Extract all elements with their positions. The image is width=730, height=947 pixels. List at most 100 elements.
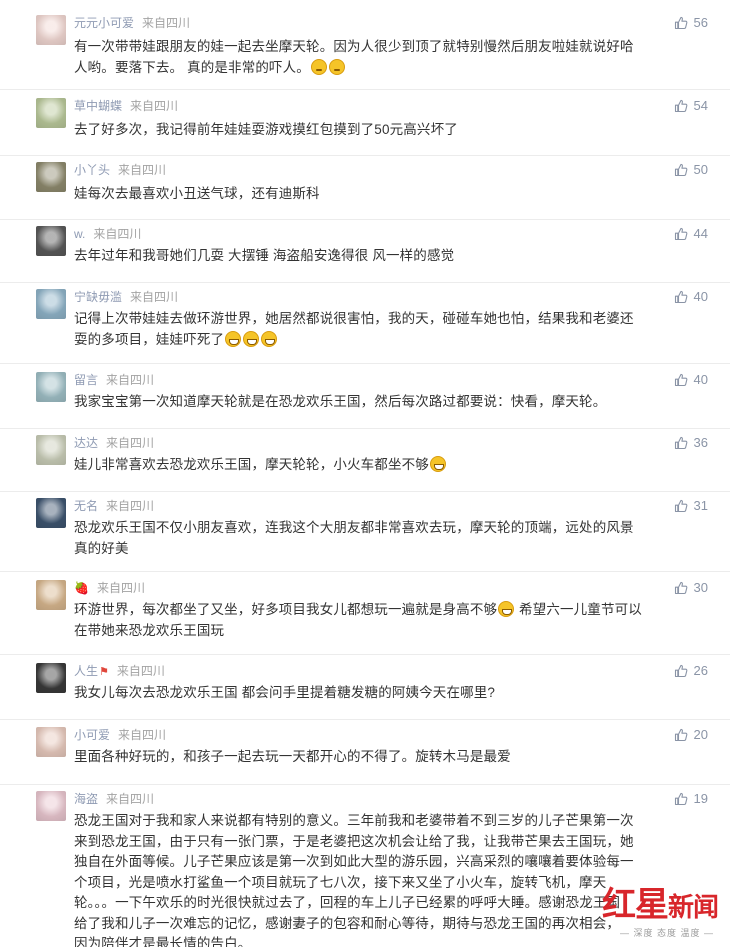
comment-source: 来自四川 <box>96 581 145 595</box>
comment-meta: 海盗 来自四川 <box>74 791 154 807</box>
avatar[interactable] <box>36 226 66 256</box>
comment-item: 宁缺毋滥 来自四川 40 记得上次带娃娃去做环游世界，她居然都说很害怕，我的天，碰碰车… <box>0 289 730 364</box>
comment-text-span: 娃儿非常喜欢去恐龙欢乐王国，摩天轮轮，小火车都坐不够 <box>74 457 429 472</box>
comment-item: w. 来自四川 44 去年过年和我哥她们几耍 大摆锤 海盗船安逸得很 风一样的感觉 <box>0 226 730 283</box>
dark-portrait-avatar <box>36 663 66 693</box>
like-button[interactable]: 50 <box>674 162 708 178</box>
like-button[interactable]: 56 <box>674 15 708 31</box>
comment-text-line: 耍的多项目，娃娃吓死了 <box>74 330 686 351</box>
avatar[interactable] <box>36 498 66 528</box>
like-button[interactable]: 54 <box>674 98 708 114</box>
like-button[interactable]: 20 <box>674 727 708 743</box>
like-button[interactable]: 31 <box>674 498 708 514</box>
like-button[interactable]: 36 <box>674 435 708 451</box>
like-count: 56 <box>693 15 708 30</box>
puppy-avatar <box>36 435 66 465</box>
grin-emoji-icon <box>225 330 242 347</box>
username-link[interactable]: 留言 <box>74 373 98 387</box>
comment-text: 去了好多次，我记得前年娃娃耍游戏摸红包摸到了50元高兴坏了 <box>74 120 686 141</box>
avatar[interactable] <box>36 791 66 821</box>
comment-item: 留言 来自四川 40 我家宝宝第一次知道摩天轮就是在恐龙欢乐王国，然后每次路过都要说：… <box>0 372 730 429</box>
thumbs-up-icon <box>674 436 687 450</box>
avatar[interactable] <box>36 162 66 192</box>
landscape-avatar <box>36 289 66 319</box>
username-link[interactable]: 海盗 <box>74 792 98 806</box>
comment-text-span: 去了好多次，我记得前年娃娃耍游戏摸红包摸到了50元高兴坏了 <box>74 122 458 137</box>
comment-text-line: 恐龙欢乐王国不仅小朋友喜欢，连我这个大朋友都非常喜欢去玩，摩天轮的顶端，远处的风… <box>74 518 686 539</box>
watermark-char-1: 红 <box>601 887 636 924</box>
comment-text-span: 在带她来恐龙欢乐王国玩 <box>74 622 225 638</box>
pink-cartoon-avatar <box>36 15 66 45</box>
comment-text-span: 个项目，光是喷水打鲨鱼一个项目就玩了七八次，接下来又坐了小火车，旋转飞机，摩天 <box>74 874 607 890</box>
like-button[interactable]: 44 <box>674 226 708 242</box>
avatar[interactable] <box>36 580 66 610</box>
avatar[interactable] <box>36 727 66 757</box>
comment-text-line: 环游世界，每次都坐了又坐，好多项目我女儿都想玩一遍就是身高不够 希望六一儿童节可… <box>74 600 686 621</box>
comment-text-line: 娃儿非常喜欢去恐龙欢乐王国，摩天轮轮，小火车都坐不够 <box>74 455 686 476</box>
username-link[interactable]: w. <box>74 227 85 241</box>
avatar[interactable] <box>36 372 66 402</box>
comment-meta: 留言 来自四川 <box>74 372 154 388</box>
comment-text-span: 去年过年和我哥她们几耍 大摆锤 海盗船安逸得很 风一样的感觉 <box>74 248 455 263</box>
comment-text-span: 环游世界，每次都坐了又坐，好多项目我女儿都想玩一遍就是身高不够 <box>74 602 498 617</box>
thumbs-up-icon <box>674 290 687 304</box>
username-link[interactable]: 无名 <box>74 499 98 513</box>
strawberry-icon: 🍓 <box>74 581 89 595</box>
username-link[interactable]: 元元小可爱 <box>74 16 134 30</box>
like-button[interactable]: 26 <box>674 663 708 679</box>
comment-item: 草中蝴蝶 来自四川 54 去了好多次，我记得前年娃娃耍游戏摸红包摸到了50元高兴坏了 <box>0 98 730 156</box>
comment-text-line: 因为陪伴才是最长情的告白。 <box>74 934 686 947</box>
comment-text-line: 人哟。要落下去。 真的是非常的吓人。 <box>74 58 686 79</box>
comment-text-span: 希望六一儿童节可以 <box>515 602 642 617</box>
thumbs-up-icon <box>674 728 687 742</box>
avatar[interactable] <box>36 15 66 45</box>
comment-item: 无名 来自四川 31 恐龙欢乐王国不仅小朋友喜欢，连我这个大朋友都非常喜欢去玩，摩天轮… <box>0 498 730 572</box>
comment-text-line: 恐龙王国对于我和家人来说都有特别的意义。三年前我和老婆带着不到三岁的儿子芒果第一… <box>74 811 686 832</box>
username-link[interactable]: 草中蝴蝶 <box>74 99 122 113</box>
comment-meta: 无名 来自四川 <box>74 498 154 514</box>
avatar[interactable] <box>36 663 66 693</box>
comment-text-span: 恐龙欢乐王国不仅小朋友喜欢，连我这个大朋友都非常喜欢去玩，摩天轮的顶端，远处的风… <box>74 520 634 535</box>
username-link[interactable]: 达达 <box>74 436 98 450</box>
pink-baby-avatar <box>36 791 66 821</box>
like-button[interactable]: 40 <box>674 289 708 305</box>
comment-text-span: 有一次带带娃跟朋友的娃一起去坐摩天轮。因为人很少到顶了就特别慢然后朋友啦娃就说好… <box>74 39 634 54</box>
username-link[interactable]: 小可爱 <box>74 728 110 742</box>
avatar[interactable] <box>36 435 66 465</box>
username-link[interactable]: 宁缺毋滥 <box>74 290 122 304</box>
comment-text-span: 恐龙王国对于我和家人来说都有特别的意义。三年前我和老婆带着不到三岁的儿子芒果第一… <box>74 813 634 828</box>
comment-meta: 达达 来自四川 <box>74 435 154 451</box>
username-link[interactable]: 小丫头 <box>74 163 110 177</box>
comment-text: 恐龙欢乐王国不仅小朋友喜欢，连我这个大朋友都非常喜欢去玩，摩天轮的顶端，远处的风… <box>74 518 686 559</box>
avatar[interactable] <box>36 289 66 319</box>
comment-source: 来自四川 <box>106 792 155 806</box>
comment-text-line: 记得上次带娃娃去做环游世界，她居然都说很害怕，我的天，碰碰车她也怕，结果我和老婆… <box>74 309 686 330</box>
thumbs-up-icon <box>674 581 687 595</box>
girl-photo-avatar <box>36 226 66 256</box>
comment-text-span: 因为陪伴才是最长情的告白。 <box>74 936 252 947</box>
like-button[interactable]: 40 <box>674 372 708 388</box>
comment-source: 来自四川 <box>142 16 191 30</box>
like-button[interactable]: 19 <box>674 791 708 807</box>
comment-text-line: 在带她来恐龙欢乐王国玩 <box>74 621 686 642</box>
comment-meta: 宁缺毋滥 来自四川 <box>74 289 178 305</box>
username-link[interactable]: 人生 <box>74 664 98 678</box>
like-count: 40 <box>693 289 708 304</box>
comment-meta: 元元小可爱 来自四川 <box>74 15 190 31</box>
comment-source: 来自四川 <box>93 227 142 241</box>
like-count: 50 <box>693 162 708 177</box>
like-button[interactable]: 30 <box>674 580 708 596</box>
comment-text: 娃每次去最喜欢小丑送气球，还有迪斯科 <box>74 184 686 205</box>
avatar[interactable] <box>36 98 66 128</box>
comment-text-line: 我女儿每次去恐龙欢乐王国 都会问手里提着糖发糖的阿姨今天在哪里? <box>74 683 686 704</box>
grin-emoji-icon <box>429 456 446 472</box>
comment-text-line: 我家宝宝第一次知道摩天轮就是在恐龙欢乐王国，然后每次路过都要说：快看，摩天轮。 <box>74 392 686 413</box>
thumbs-up-icon <box>674 16 687 30</box>
comment-text-span: 真的好美 <box>74 540 129 556</box>
comment-text: 娃儿非常喜欢去恐龙欢乐王国，摩天轮轮，小火车都坐不够 <box>74 455 686 476</box>
group-photo-avatar <box>36 162 66 192</box>
comment-text-span: 轮。。。一下午欢乐的时光很快就过去了，回程的车上儿子已经累的呼呼大睡。感谢恐龙王… <box>74 895 621 910</box>
comment-text-span: 我家宝宝第一次知道摩天轮就是在恐龙欢乐王国，然后每次路过都要说：快看，摩天轮。 <box>74 394 607 409</box>
like-count: 30 <box>693 580 708 595</box>
comment-text-line: 来到恐龙王国，由于只有一张门票，于是老婆把这次机会让给了我，让我带芒果去王国玩，… <box>74 832 686 853</box>
